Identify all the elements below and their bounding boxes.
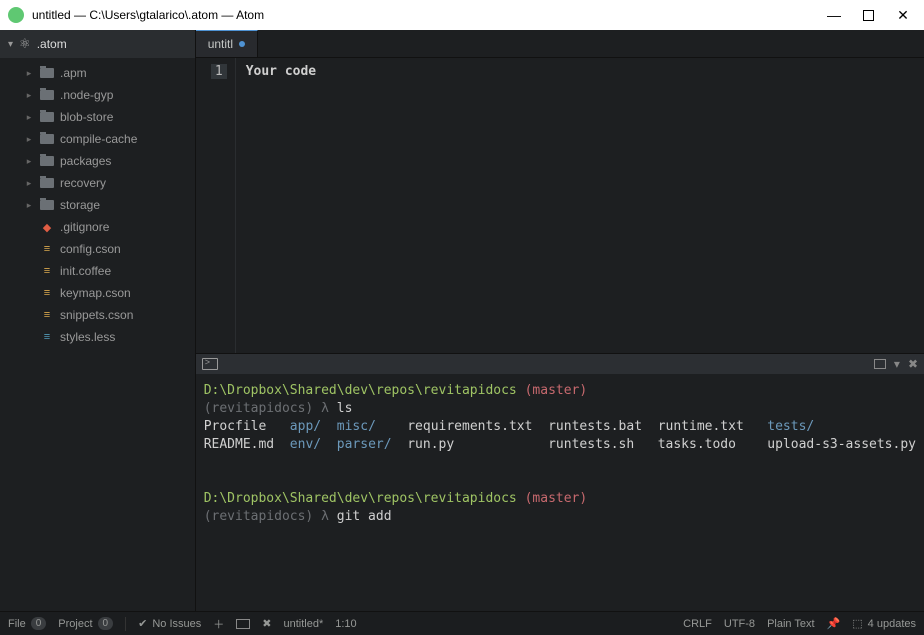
folder-icon <box>40 178 54 188</box>
tree-file[interactable]: ≡ init.coffee <box>0 260 195 282</box>
tree-label: config.cson <box>60 242 121 256</box>
window-titlebar: untitled — C:\Users\gtalarico\.atom — At… <box>0 0 924 30</box>
sb-issues[interactable]: ✔No Issues <box>138 617 201 630</box>
tree-folder[interactable]: ▸ recovery <box>0 172 195 194</box>
tree-label: keymap.cson <box>60 286 131 300</box>
window-title: untitled — C:\Users\gtalarico\.atom — At… <box>32 8 827 22</box>
folder-icon <box>40 68 54 78</box>
tree-file[interactable]: ≡ keymap.cson <box>0 282 195 304</box>
less-icon: ≡ <box>40 330 54 344</box>
database-icon: ≡ <box>40 308 54 322</box>
folder-icon <box>40 156 54 166</box>
sb-filename[interactable]: untitled* <box>283 618 323 630</box>
tree-label: .gitignore <box>60 220 109 234</box>
code-line: Your code <box>246 64 316 79</box>
tree-file[interactable]: ≡ styles.less <box>0 326 195 348</box>
app-icon <box>8 7 24 23</box>
sb-eol[interactable]: CRLF <box>683 618 712 630</box>
terminal-output[interactable]: D:\Dropbox\Shared\dev\repos\revitapidocs… <box>196 374 924 534</box>
chevron-right-icon: ▸ <box>24 200 34 211</box>
close-panel-icon[interactable]: ✖ <box>908 357 918 371</box>
sb-new-terminal[interactable]: ＋ <box>213 616 224 632</box>
folder-icon <box>40 134 54 144</box>
sb-cursor-pos[interactable]: 1:10 <box>335 618 356 630</box>
sb-updates[interactable]: ⬚4 updates <box>852 617 916 630</box>
tree-file[interactable]: ≡ config.cson <box>0 238 195 260</box>
chevron-right-icon: ▸ <box>24 156 34 167</box>
database-icon: ≡ <box>40 264 54 278</box>
code-area[interactable]: Your code <box>236 58 924 353</box>
tree-folder[interactable]: ▸ packages <box>0 150 195 172</box>
chevron-right-icon: ▸ <box>24 134 34 145</box>
plus-icon: ＋ <box>213 616 224 632</box>
tree-folder[interactable]: ▸ storage <box>0 194 195 216</box>
file-tree-sidebar: ▾ ⚛ .atom ▸ .apm ▸ .node-gyp ▸ blob-store ▸ com… <box>0 30 196 611</box>
sb-language[interactable]: Plain Text <box>767 618 815 630</box>
package-icon: ⬚ <box>852 617 862 630</box>
tab-label: untitl <box>208 37 233 51</box>
tree-label: compile-cache <box>60 132 137 146</box>
maximize-button[interactable] <box>863 10 874 21</box>
terminal-toolbar: ▾ ✖ <box>196 354 924 374</box>
tree-label: init.coffee <box>60 264 111 278</box>
folder-icon <box>40 112 54 122</box>
tree-label: storage <box>60 198 100 212</box>
tree-folder[interactable]: ▸ .node-gyp <box>0 84 195 106</box>
text-editor[interactable]: 1 Your code <box>196 58 924 353</box>
chevron-right-icon: ▸ <box>24 90 34 101</box>
chevron-down-icon[interactable]: ▾ <box>894 357 900 371</box>
database-icon: ≡ <box>40 286 54 300</box>
tree-folder[interactable]: ▸ .apm <box>0 62 195 84</box>
sb-close[interactable]: ✖ <box>262 617 271 630</box>
tree-label: snippets.cson <box>60 308 133 322</box>
tree-label: .node-gyp <box>60 88 113 102</box>
folder-icon <box>40 90 54 100</box>
chevron-right-icon: ▸ <box>24 68 34 79</box>
fullscreen-icon[interactable] <box>874 359 886 369</box>
tree-label: .apm <box>60 66 87 80</box>
tab-untitled[interactable]: untitl <box>196 30 258 57</box>
root-label: .atom <box>37 37 67 51</box>
pin-icon[interactable]: 📌 <box>827 617 841 630</box>
gutter: 1 <box>196 58 236 353</box>
terminal-panel: ▾ ✖ D:\Dropbox\Shared\dev\repos\revitapi… <box>196 353 924 611</box>
modified-indicator-icon <box>239 41 245 47</box>
sb-file[interactable]: File0 <box>8 617 46 630</box>
tree-label: packages <box>60 154 111 168</box>
terminal-icon[interactable] <box>202 358 218 370</box>
chevron-right-icon: ▸ <box>24 112 34 123</box>
chevron-down-icon: ▾ <box>8 39 13 50</box>
database-icon: ≡ <box>40 242 54 256</box>
terminal-icon <box>236 619 250 629</box>
close-button[interactable]: ✕ <box>896 8 910 22</box>
status-bar: File0 Project0 ✔No Issues ＋ ✖ untitled* … <box>0 611 924 635</box>
line-number: 1 <box>211 64 227 79</box>
minimize-button[interactable]: — <box>827 8 841 22</box>
check-icon: ✔ <box>138 617 147 630</box>
tree-label: styles.less <box>60 330 115 344</box>
tree-file[interactable]: ≡ snippets.cson <box>0 304 195 326</box>
sb-project[interactable]: Project0 <box>58 617 113 630</box>
folder-icon <box>40 200 54 210</box>
tree-root[interactable]: ▾ ⚛ .atom <box>0 30 195 58</box>
tree-label: blob-store <box>60 110 113 124</box>
atom-icon: ⚛ <box>19 36 31 52</box>
tree-file[interactable]: ◆ .gitignore <box>0 216 195 238</box>
tree-folder[interactable]: ▸ blob-store <box>0 106 195 128</box>
git-icon: ◆ <box>40 220 54 234</box>
x-icon: ✖ <box>262 617 271 630</box>
tree-label: recovery <box>60 176 106 190</box>
tree-folder[interactable]: ▸ compile-cache <box>0 128 195 150</box>
tab-bar: untitl <box>196 30 924 58</box>
chevron-right-icon: ▸ <box>24 178 34 189</box>
sb-terminal[interactable] <box>236 619 250 629</box>
sb-encoding[interactable]: UTF-8 <box>724 618 755 630</box>
